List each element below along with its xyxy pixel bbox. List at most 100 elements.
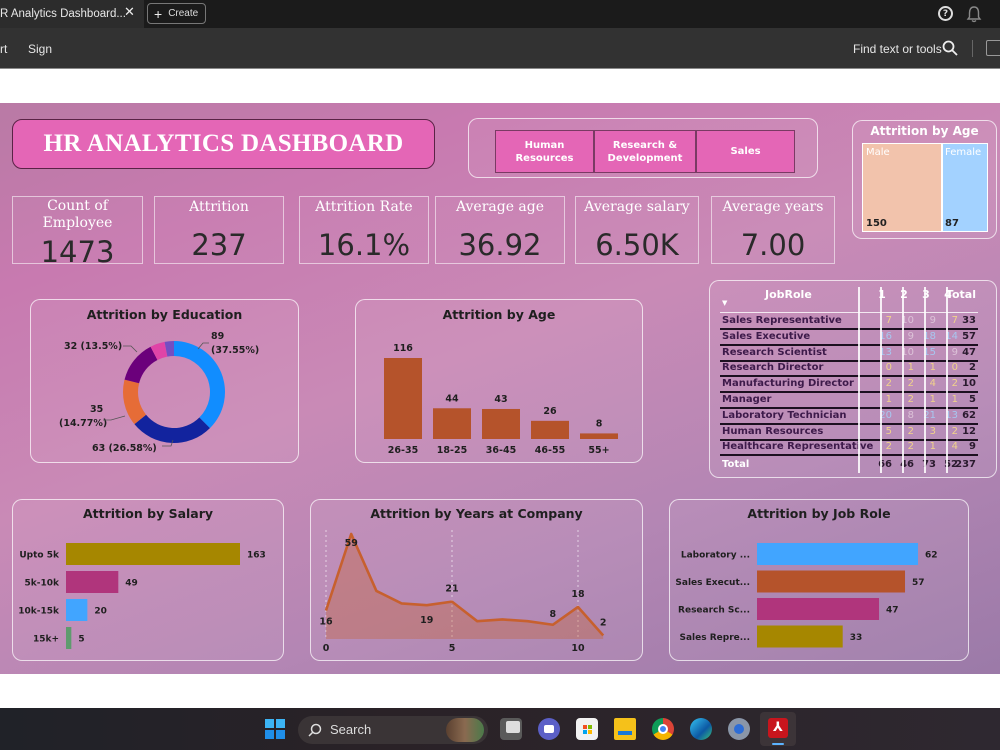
find-text-tools-label[interactable]: Find text or tools <box>853 42 942 56</box>
row-total: 12 <box>962 425 976 437</box>
table-cell: 9 <box>907 330 914 342</box>
slicer-sales[interactable]: Sales <box>696 130 795 173</box>
table-cell: 13 <box>879 346 892 358</box>
treemap-female[interactable]: Female 87 <box>942 143 988 232</box>
table-cell: 3 <box>929 425 936 437</box>
kpi-attrition-rate: Attrition Rate 16.1% <box>299 196 429 264</box>
table-cell: 2 <box>951 378 958 390</box>
settings-icon[interactable] <box>728 718 750 740</box>
table-row[interactable]: Sales Representative 7 10 9 7 33 <box>720 314 978 330</box>
area-fill <box>326 534 604 639</box>
data-label: 2 <box>600 617 607 628</box>
x-tick-label: 18-25 <box>437 445 467 456</box>
acrobat-taskbar-button[interactable]: ⅄ <box>760 712 796 746</box>
attrition-by-gender-card: Attrition by Age Male 150 Female 87 <box>852 120 997 239</box>
table-row[interactable]: Human Resources 5 2 3 2 12 <box>720 425 978 441</box>
bell-icon[interactable] <box>966 5 982 23</box>
kpi-attrition: Attrition 237 <box>154 196 284 264</box>
column-header[interactable]: 1 <box>872 288 892 301</box>
close-tab-icon[interactable]: ✕ <box>124 5 135 20</box>
data-label: 62 <box>925 551 938 561</box>
y-category-label: Laboratory ... <box>681 551 750 561</box>
x-tick-label: 10 <box>571 643 585 654</box>
table-cell: 1 <box>929 441 936 453</box>
microsoft-store-icon[interactable] <box>576 718 598 740</box>
bar <box>482 408 520 439</box>
column-header-jobrole[interactable]: JobRole <box>765 288 812 301</box>
column-header[interactable]: 3 <box>916 288 936 301</box>
help-icon[interactable]: ? <box>938 6 953 21</box>
table-cell: 2 <box>951 425 958 437</box>
table-row[interactable]: Manager 1 2 1 1 5 <box>720 393 978 409</box>
toolbar: rt Sign Find text or tools <box>0 28 1000 69</box>
kpi-label: Attrition Rate <box>315 199 413 215</box>
row-label: Laboratory Technician <box>722 409 847 421</box>
y-category-label: Sales Repre... <box>679 633 750 643</box>
table-row[interactable]: Research Scientist 13 10 15 9 47 <box>720 346 978 362</box>
department-slicer: Human Resources Research & Development S… <box>468 118 818 178</box>
table-row[interactable]: Laboratory Technician 20 8 21 13 62 <box>720 409 978 425</box>
data-label: 19 <box>420 615 433 626</box>
kpi-label: Average years <box>722 199 824 215</box>
table-cell: 2 <box>885 378 892 390</box>
table-header: JobRole ▼ 1 2 3 4 Total <box>720 287 978 307</box>
table-cell: 7 <box>885 315 892 326</box>
kpi-label: Count of Employee <box>42 198 113 231</box>
table-cell: 15 <box>923 346 936 358</box>
table-row[interactable]: Sales Executive 16 9 18 14 57 <box>720 330 978 346</box>
windows-start-icon[interactable] <box>265 719 285 739</box>
table-cell: 10 <box>901 346 914 358</box>
data-label: 26 <box>543 406 557 417</box>
data-label: 33 <box>850 633 863 643</box>
data-label: 32 (13.5%) <box>64 341 122 352</box>
bar <box>66 571 119 593</box>
bar <box>66 599 88 621</box>
treemap-female-label: Female <box>945 147 982 158</box>
y-category-label: Research Sc... <box>678 606 750 616</box>
table-cell: 5 <box>885 425 892 437</box>
table-cell: 2 <box>885 441 892 453</box>
table-row[interactable]: Research Director 0 1 1 0 2 <box>720 361 978 378</box>
table-cell: 4 <box>929 378 936 390</box>
row-total: 33 <box>962 315 976 326</box>
x-tick-label: 46-55 <box>535 445 565 456</box>
slicer-human-resources[interactable]: Human Resources <box>495 130 594 173</box>
row-label: Sales Representative <box>722 315 842 326</box>
save-icon[interactable] <box>986 40 1000 56</box>
treemap-male[interactable]: Male 150 <box>862 143 942 232</box>
data-label: 57 <box>912 578 925 588</box>
toolbar-item-convert[interactable]: rt <box>0 42 7 56</box>
task-view-icon[interactable] <box>500 718 522 740</box>
table-row[interactable]: Manufacturing Director 2 2 4 2 10 <box>720 377 978 394</box>
search-icon[interactable] <box>942 40 958 56</box>
browser-tab-bar: R Analytics Dashboard... ✕ + Create ? <box>0 0 1000 28</box>
table-cell: 2 <box>907 425 914 437</box>
bar <box>757 625 843 648</box>
sort-desc-icon[interactable]: ▼ <box>722 299 727 307</box>
column-header[interactable]: 2 <box>894 288 914 301</box>
table-cell: 2 <box>907 441 914 453</box>
table-row[interactable]: Healthcare Representative 2 2 1 4 9 <box>720 440 978 457</box>
active-indicator <box>772 743 784 745</box>
table-cell: 13 <box>945 409 958 421</box>
document-tab[interactable]: R Analytics Dashboard... ✕ <box>0 0 144 28</box>
data-label: 21 <box>445 584 458 595</box>
data-label: 43 <box>494 394 507 405</box>
donut-slice <box>124 346 158 384</box>
table-cell: 9 <box>929 315 936 326</box>
column-header-total[interactable]: Total <box>946 288 976 301</box>
data-label: 35 <box>90 404 103 415</box>
taskbar-search[interactable]: Search <box>298 716 488 744</box>
chrome-icon[interactable] <box>652 718 674 740</box>
leader-line <box>123 345 138 353</box>
slicer-research-development[interactable]: Research & Development <box>594 130 696 173</box>
teams-chat-icon[interactable] <box>538 718 560 740</box>
table-cell: 0 <box>885 362 892 374</box>
edge-icon[interactable] <box>690 718 712 740</box>
toolbar-item-sign[interactable]: Sign <box>28 42 52 56</box>
kpi-average-years: Average years 7.00 <box>711 196 835 264</box>
file-explorer-icon[interactable] <box>614 718 636 740</box>
create-button[interactable]: + Create <box>147 3 206 24</box>
table-cell: 2 <box>907 394 914 405</box>
kpi-average-salary: Average salary 6.50K <box>575 196 699 264</box>
